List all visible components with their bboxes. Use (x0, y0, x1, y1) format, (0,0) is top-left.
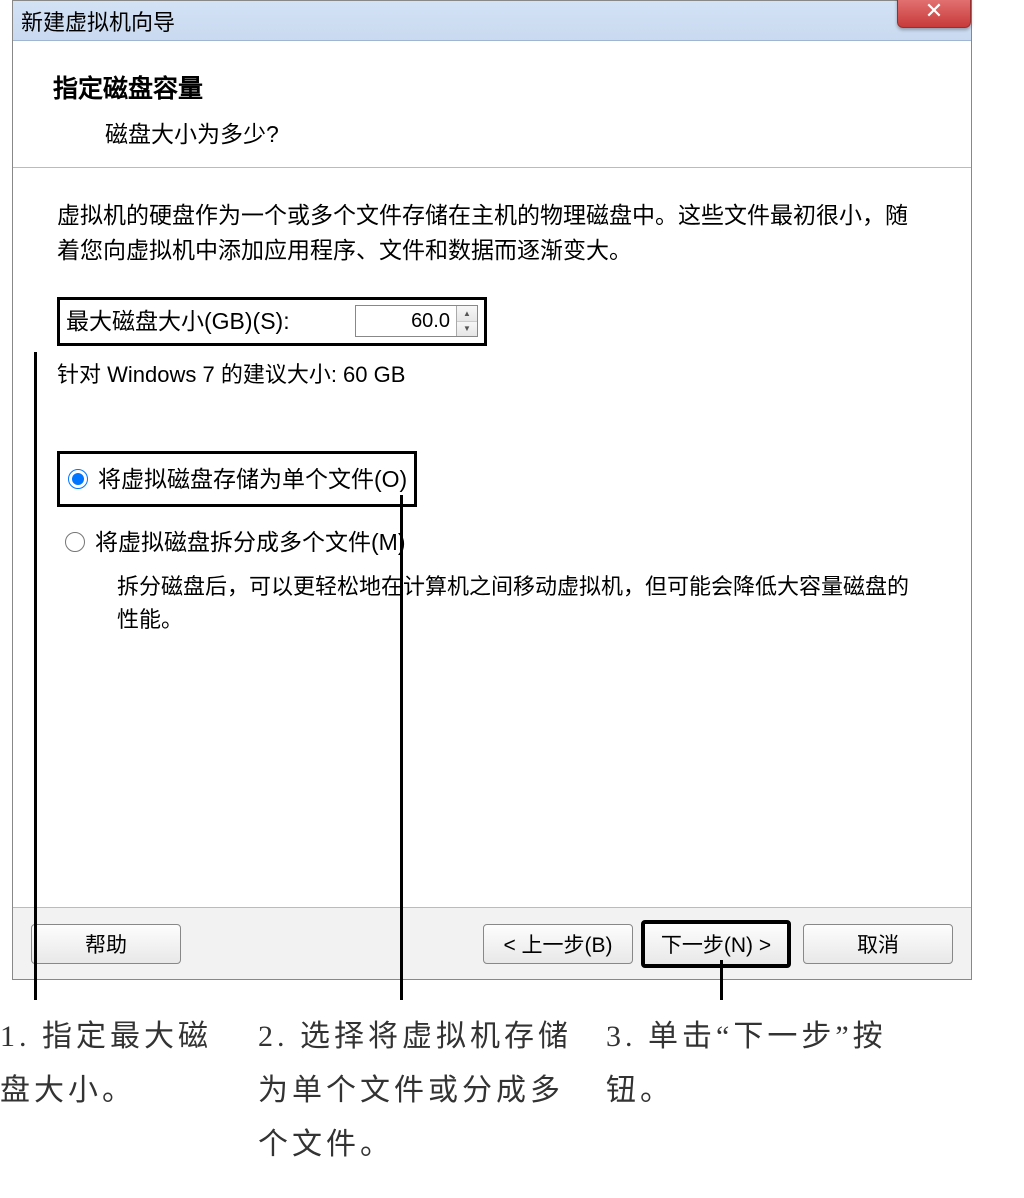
disk-size-row: 最大磁盘大小(GB)(S): ▲ ▼ (57, 297, 487, 346)
close-button[interactable]: ✕ (897, 0, 971, 28)
callouts: 1. 指定最大磁盘大小。 2. 选择将虚拟机存储为单个文件或分成多个文件。 3.… (0, 1010, 1024, 1172)
spinner-up-icon[interactable]: ▲ (457, 306, 477, 322)
cancel-button[interactable]: 取消 (803, 924, 953, 964)
callout-2: 2. 选择将虚拟机存储为单个文件或分成多个文件。 (258, 1010, 578, 1172)
page-title: 指定磁盘容量 (53, 69, 931, 105)
store-single-file-block: 将虚拟磁盘存储为单个文件(O) (57, 451, 417, 508)
page-subtitle: 磁盘大小为多少? (105, 115, 931, 149)
radio-single-file-input[interactable] (68, 469, 88, 489)
back-button[interactable]: < 上一步(B) (483, 924, 633, 964)
window-title: 新建虚拟机向导 (21, 5, 175, 37)
titlebar: 新建虚拟机向导 ✕ (13, 1, 971, 41)
disk-size-input-wrap: ▲ ▼ (355, 305, 478, 337)
dialog-header: 指定磁盘容量 磁盘大小为多少? (13, 41, 971, 168)
callout-line-3 (720, 960, 723, 1000)
radio-split-files[interactable]: 将虚拟磁盘拆分成多个文件(M) (57, 523, 927, 564)
disk-size-spinner[interactable]: ▲ ▼ (456, 306, 477, 336)
split-description-text: 拆分磁盘后，可以更轻松地在计算机之间移动虚拟机，但可能会降低大容量磁盘的性能。 (117, 570, 917, 636)
description-text: 虚拟机的硬盘作为一个或多个文件存储在主机的物理磁盘中。这些文件最初很小，随着您向… (57, 198, 927, 267)
dialog-body: 虚拟机的硬盘作为一个或多个文件存储在主机的物理磁盘中。这些文件最初很小，随着您向… (13, 168, 971, 636)
disk-size-input[interactable] (356, 306, 456, 336)
next-button-label: 下一步(N) > (661, 929, 771, 959)
new-vm-wizard-dialog: 新建虚拟机向导 ✕ 指定磁盘容量 磁盘大小为多少? 虚拟机的硬盘作为一个或多个文… (12, 0, 972, 980)
dialog-footer: 帮助 < 上一步(B) 下一步(N) > 取消 (13, 907, 971, 979)
spinner-down-icon[interactable]: ▼ (457, 322, 477, 337)
radio-split-files-label: 将虚拟磁盘拆分成多个文件(M) (95, 525, 405, 560)
radio-split-files-input[interactable] (65, 532, 85, 552)
help-button-label: 帮助 (85, 929, 127, 959)
callout-line-1 (34, 352, 37, 1000)
next-button[interactable]: 下一步(N) > (641, 920, 791, 968)
back-button-label: < 上一步(B) (503, 929, 612, 959)
disk-size-label: 最大磁盘大小(GB)(S): (66, 304, 290, 339)
callout-line-2 (400, 495, 403, 1000)
close-icon: ✕ (925, 0, 943, 24)
callout-3: 3. 单击“下一步”按钮。 (606, 1010, 906, 1172)
cancel-button-label: 取消 (857, 929, 899, 959)
recommended-size-text: 针对 Windows 7 的建议大小: 60 GB (57, 358, 927, 391)
callout-1: 1. 指定最大磁盘大小。 (0, 1010, 230, 1172)
radio-single-file[interactable]: 将虚拟磁盘存储为单个文件(O) (64, 460, 410, 499)
radio-single-file-label: 将虚拟磁盘存储为单个文件(O) (98, 462, 407, 497)
help-button[interactable]: 帮助 (31, 924, 181, 964)
